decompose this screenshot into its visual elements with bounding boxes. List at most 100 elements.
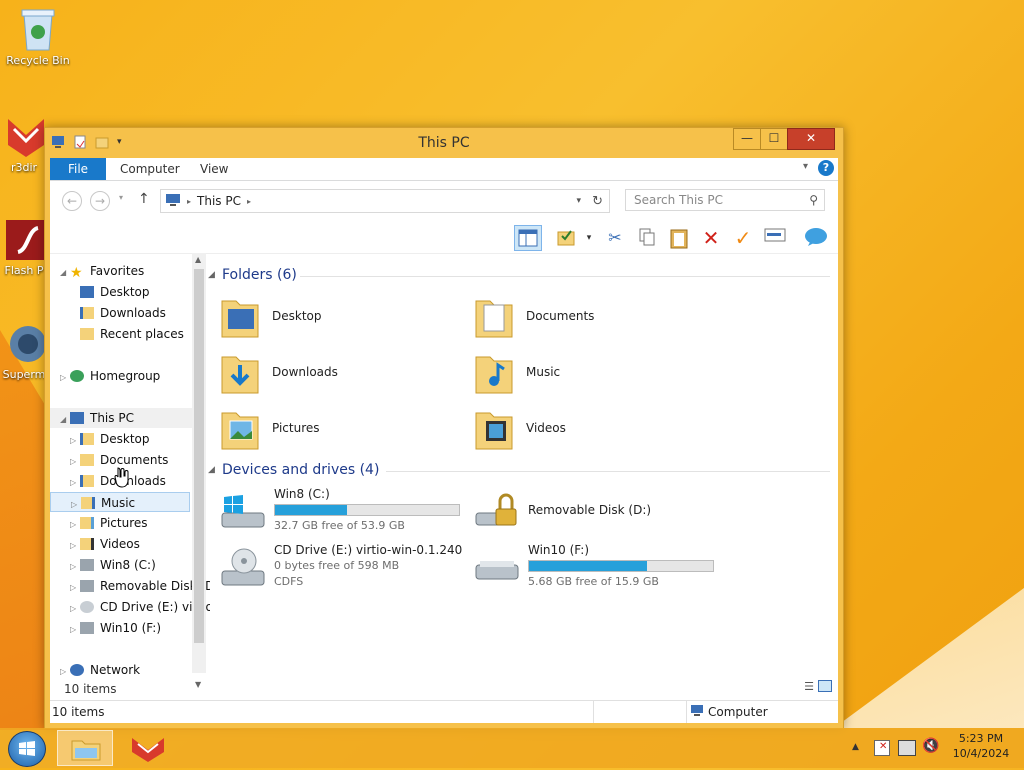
nav-pc-removable[interactable]: ▷Removable Disk (D:) bbox=[50, 576, 210, 596]
expand-arrow-icon[interactable]: ▷ bbox=[70, 473, 80, 491]
drive-cd[interactable]: CD Drive (E:) virtio-win-0.1.240 0 bytes… bbox=[220, 543, 470, 599]
chat-icon[interactable] bbox=[804, 227, 827, 249]
ribbon-expand-icon[interactable]: ▾ bbox=[803, 161, 808, 172]
expand-arrow-icon[interactable]: ▷ bbox=[70, 620, 80, 638]
delete-icon[interactable]: ✕ bbox=[700, 227, 722, 249]
tab-computer[interactable]: Computer bbox=[108, 158, 192, 180]
refresh-icon[interactable]: ↻ bbox=[592, 194, 603, 209]
nav-item-label: Documents bbox=[100, 453, 169, 467]
folder-music[interactable]: Music bbox=[474, 349, 714, 401]
rename-icon[interactable] bbox=[764, 227, 786, 249]
music-folder-icon bbox=[81, 497, 95, 509]
maximize-button[interactable]: ☐ bbox=[760, 128, 788, 150]
action-center-icon[interactable]: ✕ bbox=[874, 740, 890, 756]
nav-network[interactable]: ▷ Network bbox=[50, 660, 200, 680]
folder-label: Videos bbox=[526, 421, 566, 435]
nav-pc-win8[interactable]: ▷ Win8 (C:) bbox=[50, 555, 210, 575]
checkmark-icon[interactable]: ✓ bbox=[732, 227, 754, 249]
desktop-icon-recycle-bin[interactable]: Recycle Bin bbox=[0, 8, 76, 67]
nav-pc-music[interactable]: ▷ Music bbox=[50, 492, 190, 512]
search-input[interactable]: Search This PC bbox=[634, 193, 723, 207]
drive-icon bbox=[80, 559, 94, 571]
network-icon[interactable] bbox=[898, 740, 916, 756]
show-hidden-icons-icon[interactable]: ▲ bbox=[852, 742, 859, 752]
back-button[interactable]: ← bbox=[62, 191, 82, 211]
tab-view[interactable]: View bbox=[188, 158, 240, 180]
close-button[interactable]: ✕ bbox=[787, 128, 835, 150]
address-bar[interactable]: ▸ This PC ▸ ▾ ↻ bbox=[160, 189, 610, 213]
up-button[interactable]: ↑ bbox=[138, 191, 150, 207]
drive-win8[interactable]: Win8 (C:) 32.7 GB free of 53.9 GB bbox=[220, 487, 470, 543]
devices-header[interactable]: Devices and drives (4) bbox=[222, 462, 379, 478]
drive-removable[interactable]: Removable Disk (D:) bbox=[474, 487, 724, 543]
expand-arrow-icon[interactable]: ▷ bbox=[70, 515, 80, 533]
collapse-arrow-icon[interactable]: ◢ bbox=[208, 465, 215, 475]
expand-arrow-icon[interactable]: ▷ bbox=[70, 452, 80, 470]
breadcrumb-chevron-icon[interactable]: ▸ bbox=[247, 197, 251, 206]
nav-item-label: Desktop bbox=[100, 285, 150, 299]
copy-icon[interactable] bbox=[636, 227, 658, 249]
desktop-icon bbox=[80, 286, 94, 298]
nav-pc-win10[interactable]: ▷ Win10 (F:) bbox=[50, 618, 210, 638]
tab-file[interactable]: File bbox=[50, 158, 106, 180]
forward-button[interactable]: → bbox=[90, 191, 110, 211]
expand-arrow-icon[interactable]: ▷ bbox=[70, 536, 80, 554]
nav-pc-videos[interactable]: ▷ Videos bbox=[50, 534, 210, 554]
start-button[interactable] bbox=[8, 731, 46, 767]
nav-pc-cd-drive[interactable]: ▷CD Drive (E:) virtio-win-0.1.240 bbox=[50, 597, 210, 617]
title-bar[interactable]: ▾ This PC — ☐ ✕ bbox=[45, 128, 843, 158]
folder-desktop[interactable]: Desktop bbox=[220, 293, 460, 345]
collapse-arrow-icon[interactable]: ◢ bbox=[60, 263, 70, 281]
nav-homegroup[interactable]: ▷ Homegroup bbox=[50, 366, 200, 386]
nav-scrollbar[interactable]: ▲ ▼ bbox=[192, 253, 206, 689]
collapse-arrow-icon[interactable]: ◢ bbox=[60, 410, 70, 428]
paste-icon[interactable] bbox=[668, 227, 690, 249]
minimize-button[interactable]: — bbox=[733, 128, 761, 150]
nav-this-pc[interactable]: ◢ This PC bbox=[50, 408, 200, 428]
scroll-down-icon[interactable]: ▼ bbox=[195, 680, 201, 689]
expand-arrow-icon[interactable]: ▷ bbox=[70, 599, 80, 617]
search-box[interactable]: Search This PC ⚲ bbox=[625, 189, 825, 211]
taskbar-explorer-button[interactable] bbox=[57, 730, 113, 766]
nav-favorites[interactable]: ◢ ★ Favorites bbox=[50, 261, 200, 281]
speaker-muted-icon[interactable]: 🔇 bbox=[922, 738, 939, 754]
folder-videos[interactable]: Videos bbox=[474, 405, 714, 457]
expand-arrow-icon[interactable]: ▷ bbox=[70, 431, 80, 449]
recent-locations-icon[interactable]: ▾ bbox=[119, 193, 123, 202]
folder-downloads[interactable]: Downloads bbox=[220, 349, 460, 401]
drive-icon bbox=[80, 622, 94, 634]
expand-arrow-icon[interactable]: ▷ bbox=[70, 578, 80, 596]
folders-header[interactable]: Folders (6) bbox=[222, 267, 297, 283]
expand-arrow-icon[interactable]: ▷ bbox=[60, 662, 70, 680]
clock[interactable]: 5:23 PM 10/4/2024 bbox=[948, 732, 1014, 760]
details-view-icon[interactable]: ☰ bbox=[804, 680, 814, 693]
nav-pc-pictures[interactable]: ▷ Pictures bbox=[50, 513, 210, 533]
drive-icon bbox=[474, 547, 520, 591]
nav-pc-desktop[interactable]: ▷ Desktop bbox=[50, 429, 210, 449]
cut-icon[interactable]: ✂ bbox=[604, 227, 626, 249]
breadcrumb-chevron-icon[interactable]: ▸ bbox=[187, 197, 191, 206]
expand-arrow-icon[interactable]: ▷ bbox=[70, 557, 80, 575]
help-icon[interactable]: ? bbox=[818, 160, 834, 176]
collapse-arrow-icon[interactable]: ◢ bbox=[208, 270, 215, 280]
expand-arrow-icon[interactable]: ▷ bbox=[71, 495, 81, 511]
address-dropdown-icon[interactable]: ▾ bbox=[576, 196, 581, 206]
search-icon[interactable]: ⚲ bbox=[809, 193, 818, 207]
drive-win10[interactable]: Win10 (F:) 5.68 GB free of 15.9 GB bbox=[474, 543, 724, 599]
folder-documents[interactable]: Documents bbox=[474, 293, 714, 345]
properties-icon[interactable] bbox=[555, 227, 577, 249]
expand-arrow-icon[interactable]: ▷ bbox=[60, 368, 70, 386]
chevron-down-icon[interactable]: ▾ bbox=[578, 227, 600, 249]
large-icons-view-icon[interactable] bbox=[818, 680, 832, 692]
taskbar-app-button[interactable] bbox=[126, 730, 170, 766]
command-toolbar: ▾ ✂ ✕ ✓ bbox=[50, 221, 838, 254]
scrollbar-thumb[interactable] bbox=[194, 269, 204, 643]
folder-pictures[interactable]: Pictures bbox=[220, 405, 460, 457]
nav-pc-downloads[interactable]: ▷ Downloads bbox=[50, 471, 210, 491]
drive-usage-bar bbox=[528, 560, 714, 572]
breadcrumb-this-pc[interactable]: This PC bbox=[197, 194, 241, 208]
nav-item-label: Pictures bbox=[100, 516, 148, 530]
preview-pane-icon[interactable] bbox=[514, 225, 542, 251]
nav-pc-documents[interactable]: ▷ Documents bbox=[50, 450, 210, 470]
scroll-up-icon[interactable]: ▲ bbox=[195, 255, 201, 264]
